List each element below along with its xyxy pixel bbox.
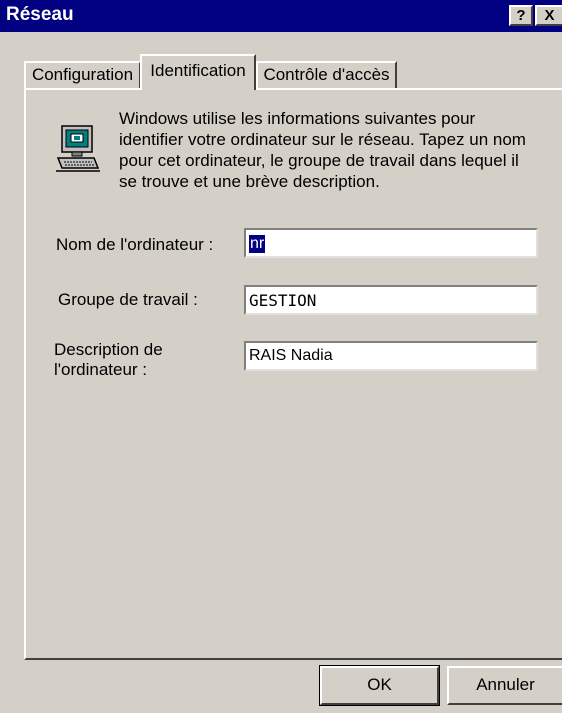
computer-description-label: Description de l'ordinateur : <box>54 340 163 379</box>
workgroup-label: Groupe de travail : <box>58 290 198 309</box>
cancel-button[interactable]: Annuler <box>447 666 562 705</box>
computer-name-label: Nom de l'ordinateur : <box>56 235 214 254</box>
tab-configuration[interactable]: Configuration <box>24 61 141 90</box>
computer-description-input[interactable] <box>244 341 538 371</box>
tab-identification[interactable]: Identification <box>140 54 256 90</box>
network-dialog: Réseau ? X Configuration Identification … <box>0 0 562 713</box>
workgroup-input[interactable] <box>244 285 538 315</box>
help-button[interactable]: ? <box>509 5 533 26</box>
identification-intro-text: Windows utilise les informations suivant… <box>119 109 526 191</box>
tab-access-control[interactable]: Contrôle d'accès <box>256 61 397 90</box>
networked-computer-icon <box>56 125 100 172</box>
title-bar[interactable]: Réseau ? X <box>0 0 562 32</box>
close-button[interactable]: X <box>535 5 562 26</box>
computer-name-input[interactable] <box>244 228 538 258</box>
computer-name-selection: nr <box>249 235 266 253</box>
ok-button[interactable]: OK <box>319 665 440 706</box>
window-title: Réseau <box>6 4 74 25</box>
